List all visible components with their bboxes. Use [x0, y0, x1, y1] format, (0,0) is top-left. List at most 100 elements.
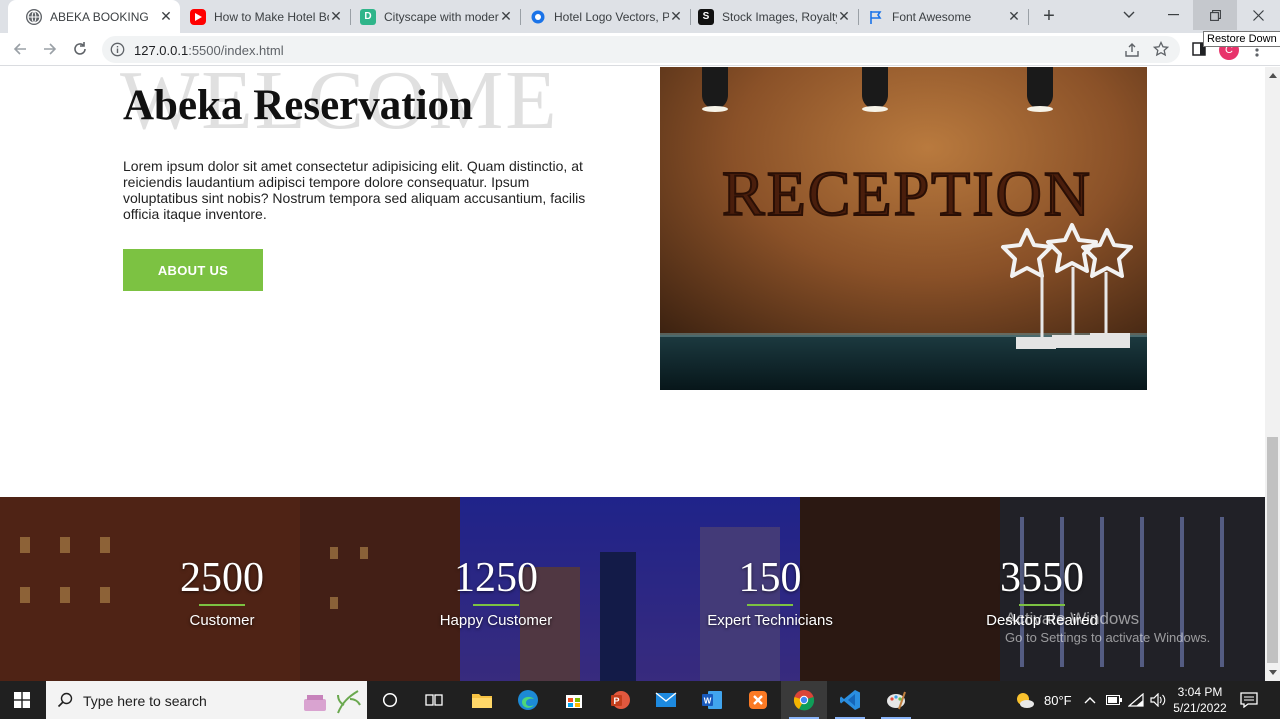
scroll-up-arrow-icon[interactable] — [1269, 73, 1277, 78]
watermark-subtitle: Go to Settings to activate Windows. — [1005, 630, 1211, 645]
page-viewport: WELCOME Abeka Reservation Lorem ipsum do… — [0, 67, 1265, 681]
mail-button[interactable] — [643, 681, 689, 719]
tab-hotel-logo[interactable]: Hotel Logo Vectors, PNG ✕ — [512, 0, 691, 33]
vectors-icon — [530, 9, 546, 25]
edge-button[interactable] — [505, 681, 551, 719]
new-tab-button[interactable]: + — [1038, 5, 1060, 27]
wifi-icon — [1128, 693, 1144, 707]
vscode-button[interactable] — [827, 681, 873, 719]
start-button[interactable] — [0, 681, 44, 719]
tab-title: Cityscape with modern — [384, 9, 499, 24]
weather-widget[interactable]: 80°F — [1014, 681, 1072, 719]
about-us-button[interactable]: ABOUT US — [123, 249, 263, 291]
paint-button[interactable] — [873, 681, 919, 719]
stat-label: Expert Technicians — [707, 612, 833, 629]
speaker-icon — [1150, 693, 1166, 707]
stat-customer: 2500 Customer — [102, 555, 342, 629]
mail-icon — [655, 692, 677, 707]
tab-abeka-booking[interactable]: ABEKA BOOKING ✕ — [8, 0, 180, 33]
stats-banner: 2500 Customer 1250 Happy Customer 150 Ex… — [0, 497, 1265, 681]
stat-underline — [1019, 604, 1065, 606]
word-button[interactable]: W — [689, 681, 735, 719]
stat-label: Happy Customer — [439, 612, 553, 629]
address-bar[interactable]: 127.0.0.1:5500/index.html — [102, 36, 1180, 63]
taskbar-search-box[interactable]: Type here to search — [46, 681, 367, 719]
task-view-button[interactable] — [411, 681, 457, 719]
back-button[interactable] — [9, 38, 31, 60]
stat-expert-technicians: 150 Expert Technicians — [650, 555, 890, 629]
stat-number: 150 — [738, 555, 802, 601]
powerpoint-icon: P — [611, 691, 630, 709]
xampp-button[interactable] — [735, 681, 781, 719]
chevron-down-icon — [1123, 11, 1135, 18]
url-path: :5500/index.html — [188, 43, 284, 58]
scroll-down-arrow-icon[interactable] — [1269, 670, 1277, 675]
clock-date: 5/21/2022 — [1173, 701, 1227, 715]
tab-cityscape[interactable]: D Cityscape with modern ✕ — [342, 0, 521, 33]
restore-down-button[interactable] — [1193, 0, 1237, 30]
arrow-left-icon — [13, 43, 26, 55]
tab-search-button[interactable] — [1107, 0, 1151, 30]
tab-title: How to Make Hotel Booking — [214, 9, 329, 24]
reload-button[interactable] — [69, 38, 91, 60]
volume-button[interactable] — [1150, 681, 1166, 719]
activate-windows-watermark: Activate Windows Go to Settings to activ… — [1005, 609, 1210, 645]
browser-toolbar: 127.0.0.1:5500/index.html C — [0, 33, 1280, 66]
tab-title: Stock Images, Royalty-Free — [722, 9, 837, 24]
chrome-icon — [793, 690, 815, 711]
info-icon[interactable] — [110, 42, 125, 57]
close-window-button[interactable] — [1236, 0, 1280, 30]
scrollbar-thumb[interactable] — [1267, 437, 1278, 663]
share-icon[interactable] — [1124, 42, 1140, 58]
xampp-icon — [749, 691, 767, 709]
search-highlight-illustration-icon — [304, 690, 361, 714]
tab-close-icon[interactable]: ✕ — [1006, 8, 1022, 24]
bookmark-star-icon[interactable] — [1153, 41, 1169, 57]
store-button[interactable] — [551, 681, 597, 719]
battery-button[interactable] — [1106, 681, 1122, 719]
stat-underline — [747, 604, 793, 606]
clock-time: 3:04 PM — [1177, 685, 1223, 699]
reload-icon — [74, 42, 86, 55]
show-hidden-icons-button[interactable] — [1084, 681, 1096, 719]
page-heading: Abeka Reservation — [123, 82, 473, 129]
windows-taskbar: Type here to search P W 80°F 3:04 PM 5/2… — [0, 681, 1280, 719]
restore-icon — [1209, 9, 1221, 21]
cortana-button[interactable] — [367, 681, 413, 719]
stat-number: 2500 — [180, 555, 264, 601]
tab-font-awesome[interactable]: Font Awesome ✕ — [850, 0, 1029, 33]
word-icon: W — [702, 691, 722, 709]
url-host: 127.0.0.1 — [134, 43, 189, 58]
cortana-icon — [382, 692, 398, 708]
restore-down-tooltip: Restore Down — [1203, 31, 1280, 47]
taskbar-clock[interactable]: 3:04 PM 5/21/2022 — [1170, 684, 1230, 716]
svg-text:P: P — [613, 696, 619, 706]
page-scrollbar[interactable] — [1265, 67, 1280, 681]
stat-number: 3550 — [1000, 555, 1084, 601]
file-explorer-button[interactable] — [459, 681, 505, 719]
tab-stock-images[interactable]: S Stock Images, Royalty-Free ✕ — [680, 0, 859, 33]
paint-palette-icon — [887, 691, 906, 710]
tab-title: Hotel Logo Vectors, PNG — [554, 9, 669, 24]
network-button[interactable] — [1128, 681, 1144, 719]
url-text: 127.0.0.1:5500/index.html — [134, 43, 284, 58]
browser-tab-strip: ABEKA BOOKING ✕ How to Make Hotel Bookin… — [0, 0, 1280, 33]
depositphotos-icon: D — [360, 8, 376, 25]
stat-number: 1250 — [454, 555, 538, 601]
action-center-button[interactable] — [1240, 681, 1258, 719]
tab-title: ABEKA BOOKING — [50, 9, 149, 24]
tab-youtube[interactable]: How to Make Hotel Booking ✕ — [172, 0, 351, 33]
intro-paragraph: Lorem ipsum dolor sit amet consectetur a… — [123, 158, 586, 222]
weather-temperature: 80°F — [1044, 692, 1072, 708]
windows-logo-icon — [14, 692, 30, 708]
youtube-icon — [190, 8, 206, 25]
minimize-icon — [1167, 14, 1179, 16]
stat-underline — [199, 604, 245, 606]
folder-icon — [472, 694, 492, 708]
chrome-button[interactable] — [781, 681, 827, 719]
minimize-button[interactable] — [1151, 0, 1195, 30]
powerpoint-button[interactable]: P — [597, 681, 643, 719]
stat-label: Customer — [189, 612, 255, 629]
forward-button[interactable] — [39, 38, 61, 60]
search-icon — [57, 692, 73, 708]
